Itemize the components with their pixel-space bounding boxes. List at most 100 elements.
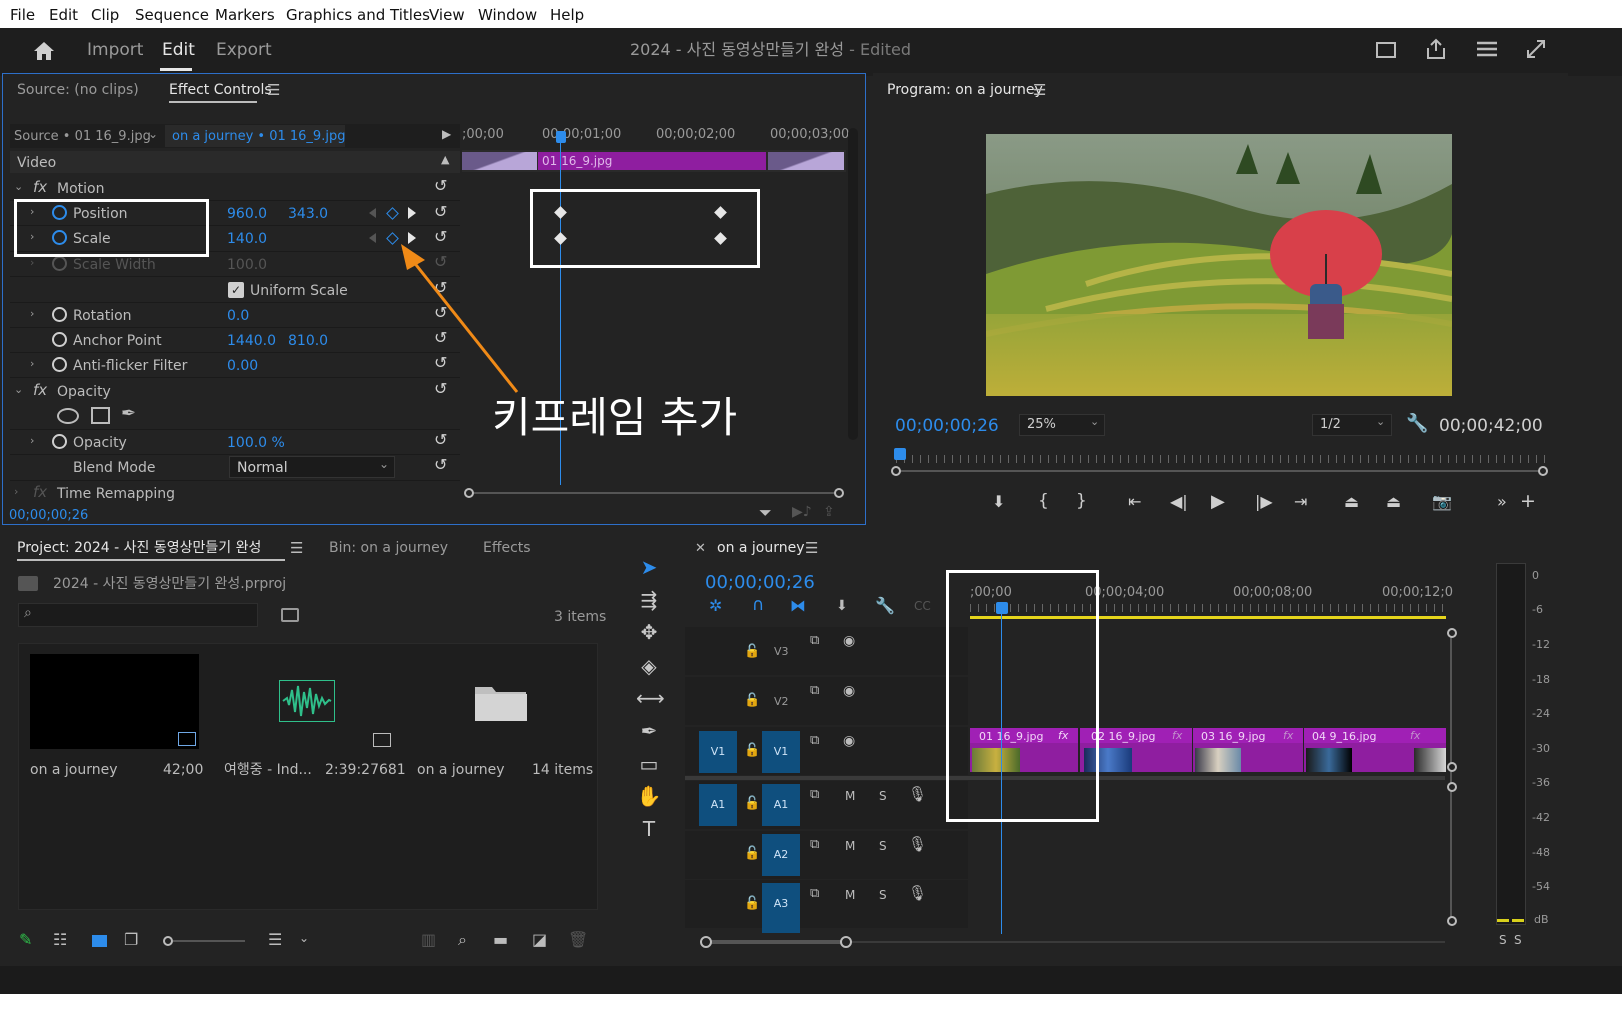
add-marker-icon[interactable]: ⬇ [836,599,848,613]
track-select-tool-icon[interactable]: ⇶ [636,588,662,612]
menu-file[interactable]: File [10,6,35,24]
wrench-icon[interactable]: 🔧 [1406,415,1428,433]
chevron-right-icon[interactable]: › [30,307,34,320]
prev-keyframe-icon[interactable] [369,208,376,218]
rectangle-tool-icon[interactable]: ▭ [636,752,662,776]
chevron-down-icon[interactable]: ⌄ [14,180,23,193]
anchor-y-value[interactable]: 810.0 [288,334,328,348]
menu-edit[interactable]: Edit [49,6,78,24]
program-zoom-handle-left[interactable] [891,466,901,476]
play-icon[interactable]: ▶ [1211,493,1225,511]
project-search-input[interactable] [18,603,258,627]
stopwatch-icon[interactable] [52,332,67,347]
tab-bin[interactable]: Bin: on a journey [329,541,448,555]
reset-icon[interactable]: ↺ [434,202,447,221]
tab-project[interactable]: Project: 2024 - 사진 동영상만들기 완성 [17,541,261,555]
marker-icon[interactable]: ⬇ [992,494,1005,510]
stopwatch-icon[interactable] [52,357,67,372]
add-button-icon[interactable]: + [1520,492,1536,511]
edit-tab[interactable]: Edit [162,42,195,59]
new-bin-icon[interactable]: ▬ [493,932,508,948]
mark-in-icon[interactable]: { [1038,493,1049,510]
tab-effect-controls[interactable]: Effect Controls [169,83,272,97]
chevron-down-icon[interactable]: ⌄ [148,128,158,140]
chevron-right-icon[interactable]: › [30,357,34,370]
microphone-icon[interactable]: 🎙 [908,837,927,852]
nest-icon[interactable]: ✲ [709,598,722,614]
sync-lock-icon[interactable]: ⧉ [810,634,819,647]
lock-icon[interactable]: 🔓 [744,645,760,658]
more-icon[interactable]: » [1497,494,1507,510]
sync-lock-icon[interactable]: ⧉ [810,734,819,747]
menu-view[interactable]: View [429,6,465,24]
stopwatch-icon[interactable] [52,434,67,449]
track-target-a3[interactable]: A3 [762,883,800,933]
close-icon[interactable]: ✕ [695,542,706,555]
chevron-down-icon[interactable]: ⌄ [299,932,309,944]
panel-menu-icon[interactable]: ☰ [267,83,280,98]
mute-button[interactable]: M [845,840,855,852]
new-item-icon[interactable]: ◪ [532,932,547,948]
vscroll-handle[interactable] [1447,782,1457,792]
panel-menu-icon[interactable]: ☰ [1033,83,1046,98]
eye-icon[interactable]: ◉ [843,634,855,648]
menu-clip[interactable]: Clip [91,6,119,24]
slip-tool-icon[interactable]: ⟷ [636,686,665,710]
sync-lock-icon[interactable]: ⧉ [810,788,819,801]
solo-button[interactable]: S [879,790,887,802]
solo-button[interactable]: S [879,889,887,901]
go-to-out-icon[interactable]: ⇥ [1294,494,1307,510]
eye-icon[interactable]: ◉ [843,734,855,748]
ec-zoom-bar[interactable] [466,492,842,494]
expand-timeline-icon[interactable]: ▶ [442,128,451,140]
camera-icon[interactable]: 📷 [1432,494,1452,510]
sequence-thumbnail[interactable] [30,654,199,749]
tab-source[interactable]: Source: (no clips) [17,83,139,97]
sync-lock-icon[interactable]: ⧉ [810,838,819,851]
reset-icon[interactable]: ↺ [434,430,447,449]
ellipse-mask-icon[interactable] [57,408,79,424]
mark-out-icon[interactable]: } [1076,493,1087,510]
sort-icon[interactable]: ☰ [268,932,282,948]
timeline-clip[interactable]: 04 9_16.jpg fx [1304,728,1446,772]
ec-timecode[interactable]: 00;00;00;26 [9,509,88,522]
step-back-icon[interactable]: ◀| [1170,494,1188,510]
menu-sequence[interactable]: Sequence [135,6,209,24]
track-target-a2[interactable]: A2 [762,834,800,876]
lock-icon[interactable]: 🔓 [744,847,760,860]
program-ruler[interactable] [896,455,1546,463]
microphone-icon[interactable]: 🎙 [908,886,927,901]
source-patch-v1[interactable]: V1 [699,731,737,773]
menu-window[interactable]: Window [478,6,537,24]
ec-scrollbar[interactable] [848,128,858,440]
track-target-v1[interactable]: V1 [762,731,800,773]
settings-wrench-icon[interactable]: 🔧 [875,598,895,614]
prev-keyframe-icon[interactable] [369,233,376,243]
fullscreen-icon[interactable] [1526,39,1546,59]
razor-tool-icon[interactable]: ◈ [636,654,662,678]
anchor-x-value[interactable]: 1440.0 [227,334,276,348]
ec-zoom-handle-right[interactable] [834,488,844,498]
panel-menu-icon[interactable]: ☰ [290,541,303,556]
share-icon[interactable] [1425,38,1447,60]
chevron-right-icon[interactable]: › [30,434,34,447]
audio-waveform-icon[interactable] [279,680,335,722]
export-tab[interactable]: Export [216,42,272,59]
stopwatch-icon[interactable] [52,307,67,322]
mute-button[interactable]: M [845,889,855,901]
vscroll-handle[interactable] [1447,916,1457,926]
hscroll-thumb[interactable] [705,940,846,944]
menu-markers[interactable]: Markers [215,6,275,24]
track-target-a1[interactable]: A1 [762,784,800,826]
extract-icon[interactable]: ⏏ [1386,494,1401,510]
rotation-value[interactable]: 0.0 [227,309,249,323]
find-icon[interactable]: ⌕ [458,932,467,948]
timeline-tab[interactable]: on a journey [717,541,805,555]
menu-graphics[interactable]: Graphics and Titles [286,6,430,24]
panel-menu-icon[interactable]: ☰ [805,541,818,556]
lock-icon[interactable]: 🔓 [744,897,760,910]
new-search-bin-icon[interactable] [281,608,299,622]
rectangle-mask-icon[interactable] [91,407,110,424]
selection-tool-icon[interactable]: ➤ [636,555,662,579]
position-x-value[interactable]: 960.0 [227,207,267,221]
